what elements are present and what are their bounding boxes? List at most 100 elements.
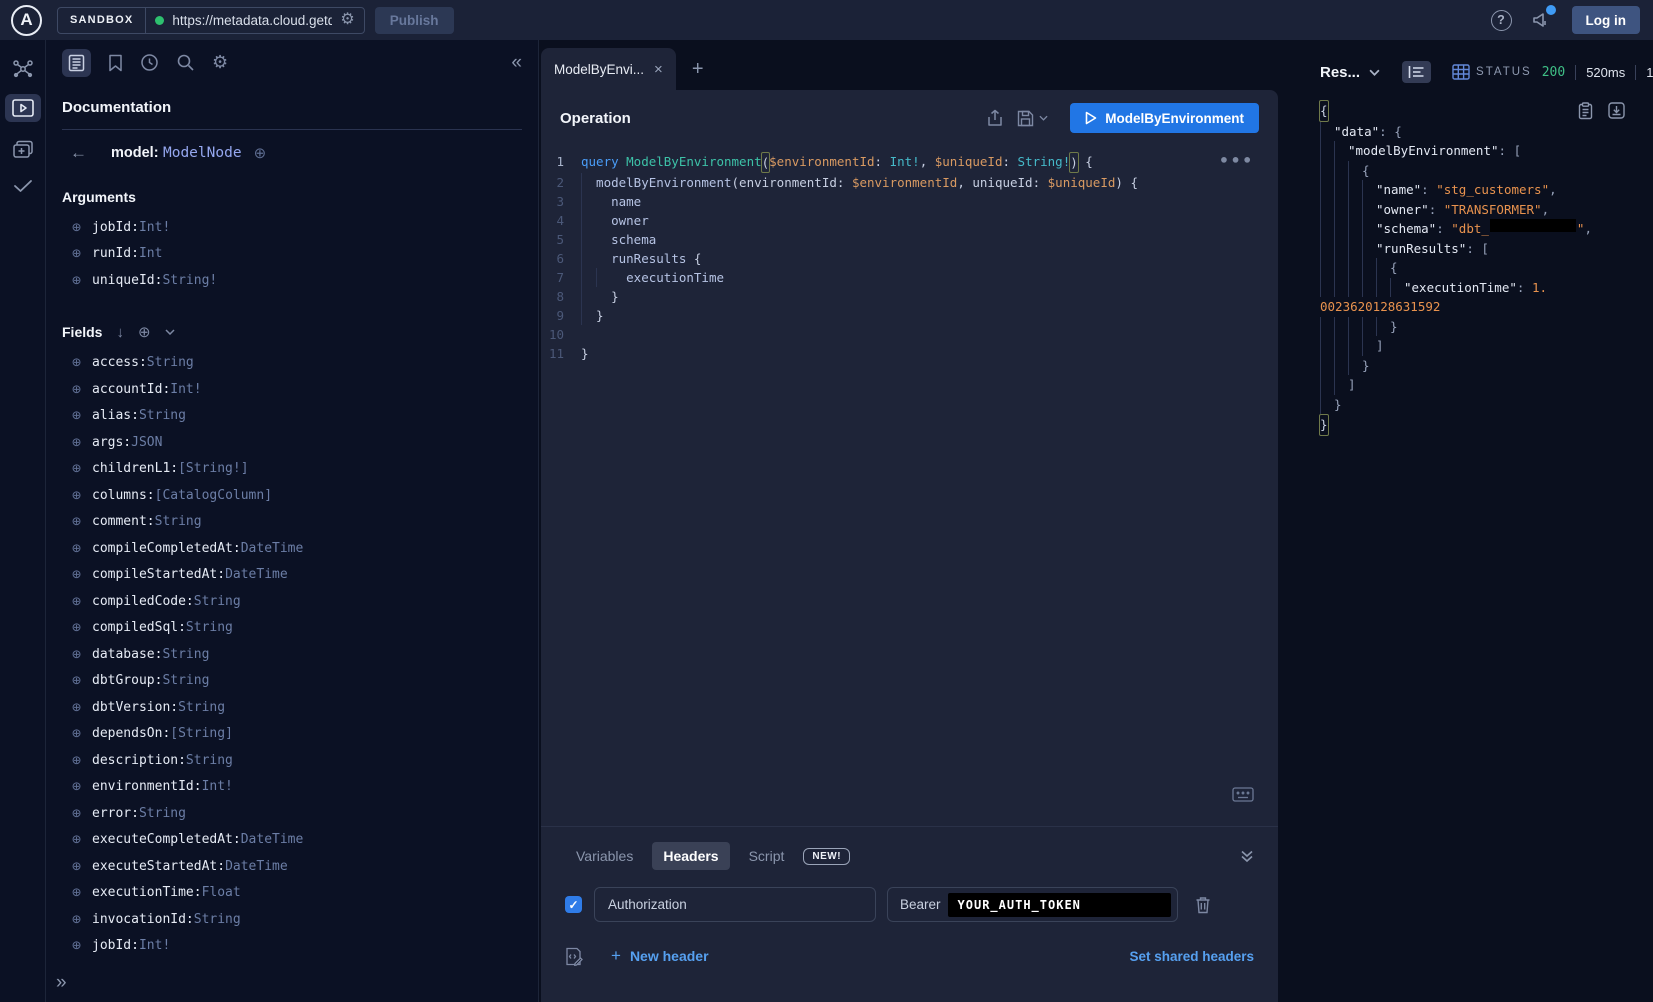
field-row[interactable]: ⊕compiledSql: String	[62, 615, 522, 642]
field-type[interactable]: DateTime	[225, 859, 288, 874]
field-row[interactable]: ⊕accountId: Int!	[62, 376, 522, 403]
save-operation-icon[interactable]	[1017, 110, 1048, 127]
field-row[interactable]: ⊕description: String	[62, 747, 522, 774]
response-body[interactable]: {"data": {"modelByEnvironment": [{"name"…	[1320, 100, 1637, 436]
settings-icon[interactable]: ⚙	[212, 52, 228, 73]
run-operation-button[interactable]: ModelByEnvironment	[1070, 103, 1259, 133]
add-field-icon[interactable]: ⊕	[62, 726, 92, 741]
field-type[interactable]: String	[186, 620, 233, 635]
field-row[interactable]: ⊕compiledCode: String	[62, 588, 522, 615]
field-type[interactable]: Int!	[139, 220, 170, 235]
add-model-icon[interactable]: ⊕	[254, 146, 267, 161]
announcements-icon[interactable]	[1530, 8, 1554, 32]
field-type[interactable]: Int	[139, 246, 162, 261]
add-field-icon[interactable]: ⊕	[62, 806, 92, 821]
copy-response-icon[interactable]	[1578, 102, 1593, 120]
field-type[interactable]: [String!]	[178, 461, 248, 476]
tab-variables[interactable]: Variables	[565, 842, 644, 870]
field-type[interactable]: [CatalogColumn]	[155, 488, 272, 503]
add-all-fields-icon[interactable]: ⊕	[138, 325, 151, 340]
add-field-icon[interactable]: ⊕	[62, 435, 92, 450]
header-name-input[interactable]: Authorization	[594, 887, 876, 922]
field-type[interactable]: Int!	[139, 938, 170, 953]
add-field-icon[interactable]: ⊕	[62, 220, 92, 235]
field-type[interactable]: JSON	[131, 435, 162, 450]
tree-view-icon[interactable]	[1402, 61, 1431, 83]
fields-chevron-icon[interactable]	[165, 329, 175, 335]
field-row[interactable]: ⊕environmentId: Int!	[62, 774, 522, 801]
field-row[interactable]: ⊕compileStartedAt: DateTime	[62, 562, 522, 589]
header-enabled-checkbox[interactable]: ✓	[565, 896, 582, 913]
add-field-icon[interactable]: ⊕	[62, 832, 92, 847]
set-shared-headers-button[interactable]: Set shared headers	[1129, 949, 1254, 964]
field-type[interactable]: String	[162, 673, 209, 688]
add-field-icon[interactable]: ⊕	[62, 541, 92, 556]
tab-script[interactable]: Script	[738, 842, 796, 870]
add-field-icon[interactable]: ⊕	[62, 647, 92, 662]
field-row[interactable]: ⊕columns: [CatalogColumn]	[62, 482, 522, 509]
add-field-icon[interactable]: ⊕	[62, 382, 92, 397]
field-row[interactable]: ⊕dependsOn: [String]	[62, 721, 522, 748]
argument-row[interactable]: ⊕uniqueId: String!	[62, 267, 522, 294]
add-field-icon[interactable]: ⊕	[62, 700, 92, 715]
add-field-icon[interactable]: ⊕	[62, 859, 92, 874]
field-row[interactable]: ⊕executeStartedAt: DateTime	[62, 853, 522, 880]
add-field-icon[interactable]: ⊕	[62, 488, 92, 503]
add-field-icon[interactable]: ⊕	[62, 408, 92, 423]
add-field-icon[interactable]: ⊕	[62, 779, 92, 794]
field-type[interactable]: DateTime	[225, 567, 288, 582]
bookmarks-icon[interactable]	[108, 54, 123, 72]
field-row[interactable]: ⊕compileCompletedAt: DateTime	[62, 535, 522, 562]
header-value-input[interactable]: Bearer YOUR_AUTH_TOKEN	[887, 887, 1178, 922]
add-field-icon[interactable]: ⊕	[62, 938, 92, 953]
search-icon[interactable]	[176, 53, 195, 72]
response-dropdown-icon[interactable]	[1369, 69, 1380, 76]
field-row[interactable]: ⊕executionTime: Float	[62, 880, 522, 907]
apollo-logo[interactable]: A	[11, 5, 42, 36]
documentation-tab-icon[interactable]	[62, 49, 91, 77]
field-row[interactable]: ⊕access: String	[62, 350, 522, 377]
add-field-icon[interactable]: ⊕	[62, 594, 92, 609]
field-type[interactable]: String!	[162, 273, 217, 288]
field-row[interactable]: ⊕database: String	[62, 641, 522, 668]
explorer-icon[interactable]	[5, 94, 41, 122]
field-type[interactable]: String	[147, 355, 194, 370]
collapse-docs-icon[interactable]: «	[511, 52, 522, 74]
add-field-icon[interactable]: ⊕	[62, 620, 92, 635]
field-type[interactable]: String	[194, 912, 241, 927]
edit-headers-json-icon[interactable]	[565, 947, 583, 966]
new-tab-icon[interactable]: +	[692, 58, 704, 81]
field-row[interactable]: ⊕alias: String	[62, 403, 522, 430]
add-field-icon[interactable]: ⊕	[62, 753, 92, 768]
add-field-icon[interactable]: ⊕	[62, 912, 92, 927]
field-type[interactable]: String	[139, 408, 186, 423]
field-type[interactable]: String	[155, 514, 202, 529]
new-header-button[interactable]: + New header	[611, 946, 709, 966]
field-type[interactable]: DateTime	[241, 541, 304, 556]
field-type[interactable]: String	[139, 806, 186, 821]
endpoint-url-text[interactable]: https://metadata.cloud.getd	[172, 13, 332, 28]
field-type[interactable]: String	[186, 753, 233, 768]
add-field-icon[interactable]: ⊕	[62, 885, 92, 900]
field-row[interactable]: ⊕jobId: Int!	[62, 933, 522, 960]
delete-header-icon[interactable]	[1195, 896, 1211, 914]
expand-panel-icon[interactable]: »	[56, 972, 67, 994]
changelog-icon[interactable]	[12, 140, 34, 160]
field-row[interactable]: ⊕args: JSON	[62, 429, 522, 456]
field-type[interactable]: Int!	[170, 382, 201, 397]
field-type[interactable]: [String]	[170, 726, 233, 741]
editor-options-icon[interactable]: •••	[1219, 151, 1254, 170]
add-field-icon[interactable]: ⊕	[62, 273, 92, 288]
field-type[interactable]: String	[162, 647, 209, 662]
argument-row[interactable]: ⊕jobId: Int!	[62, 214, 522, 241]
field-row[interactable]: ⊕comment: String	[62, 509, 522, 536]
field-row[interactable]: ⊕error: String	[62, 800, 522, 827]
close-tab-icon[interactable]: ×	[654, 61, 663, 78]
add-field-icon[interactable]: ⊕	[62, 567, 92, 582]
checks-icon[interactable]	[12, 178, 34, 194]
login-button[interactable]: Log in	[1572, 6, 1641, 34]
endpoint-url-segment[interactable]: https://metadata.cloud.getd ⚙	[146, 8, 363, 33]
table-view-icon[interactable]	[1446, 60, 1476, 84]
field-type[interactable]: Int!	[202, 779, 233, 794]
tab-headers[interactable]: Headers	[652, 842, 729, 870]
